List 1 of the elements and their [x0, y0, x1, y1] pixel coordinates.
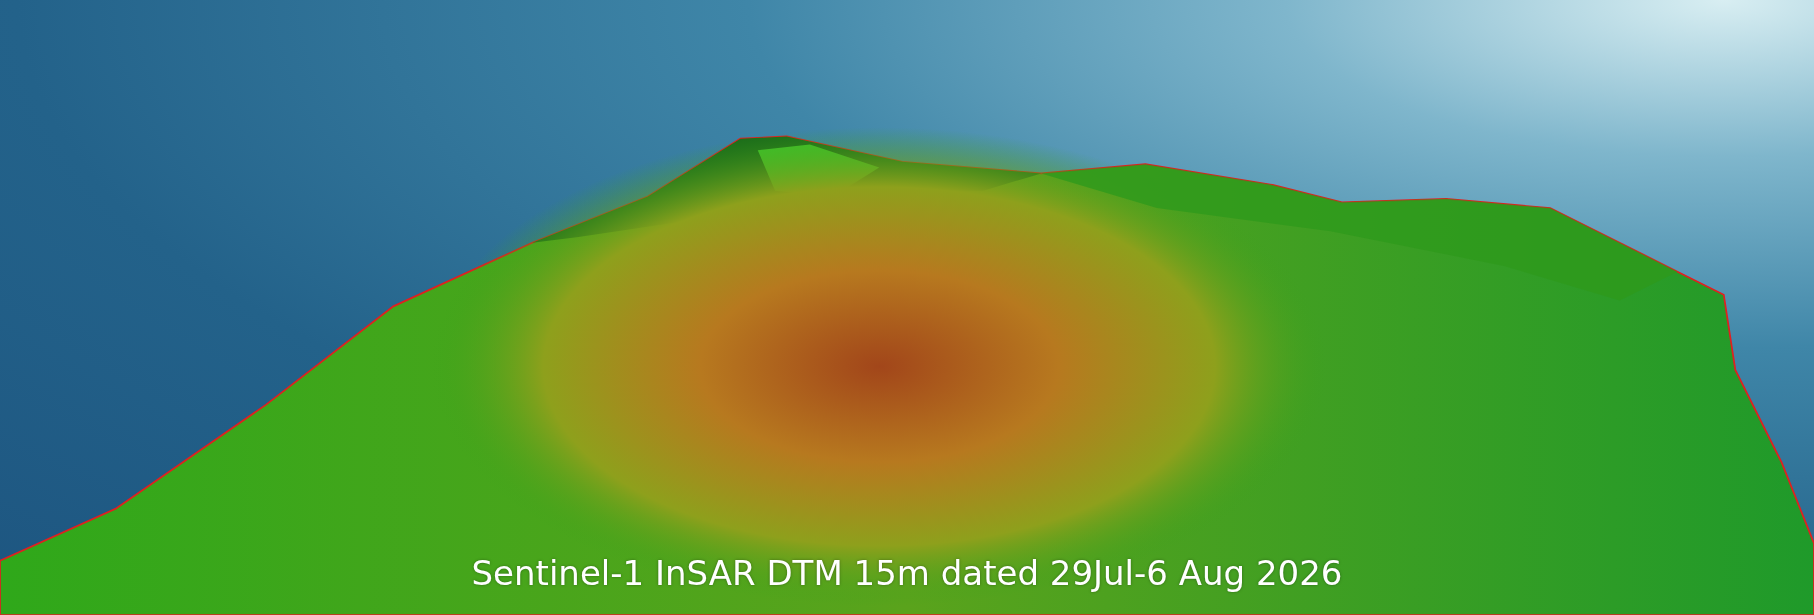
- caption: Sentinel-1 InSAR DTM 15m dated 29Jul-6 Aug 2026: [471, 553, 1343, 593]
